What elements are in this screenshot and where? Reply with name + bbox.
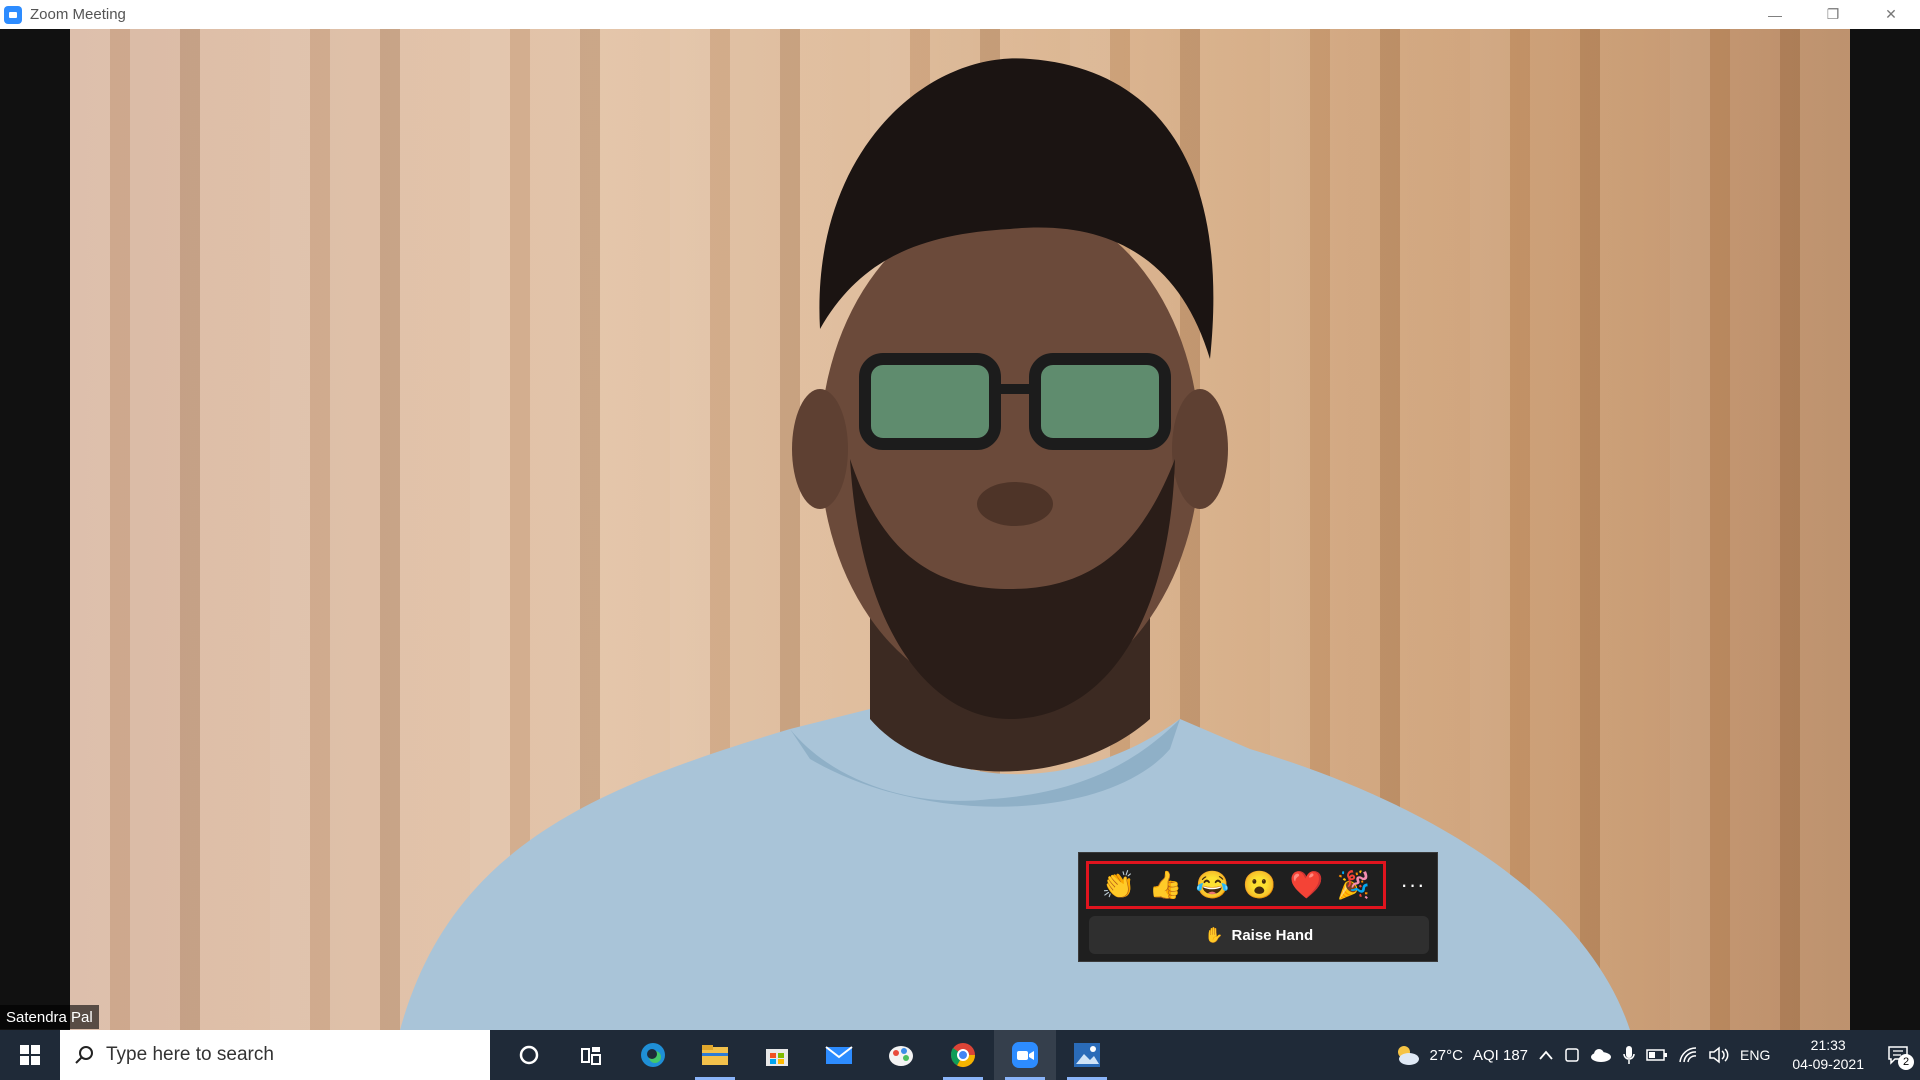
tears-of-joy-reaction-button[interactable]: 😂: [1193, 865, 1233, 905]
restore-button[interactable]: ❐: [1804, 0, 1862, 29]
mail-taskbar-button[interactable]: [808, 1030, 870, 1080]
tray-microphone-icon[interactable]: [1622, 1045, 1636, 1065]
taskbar-search-box[interactable]: Type here to search: [60, 1030, 490, 1080]
paint-taskbar-button[interactable]: [870, 1030, 932, 1080]
system-tray: 27°C AQI 187 ENG 21:33 04-09-2021 2: [1393, 1030, 1920, 1080]
cortana-button[interactable]: [498, 1030, 560, 1080]
tray-volume-icon[interactable]: [1708, 1046, 1730, 1064]
start-button[interactable]: [0, 1030, 60, 1080]
search-placeholder: Type here to search: [106, 1044, 274, 1065]
notification-count-badge: 2: [1898, 1054, 1914, 1070]
photos-taskbar-button[interactable]: [1056, 1030, 1118, 1080]
open-mouth-reaction-button[interactable]: 😮: [1240, 865, 1280, 905]
tray-battery-icon[interactable]: [1646, 1049, 1668, 1061]
wifi-icon: [1679, 1047, 1697, 1063]
cortana-icon: [519, 1045, 539, 1065]
raise-hand-label: Raise Hand: [1231, 926, 1314, 944]
reactions-popup: 👏 👍 😂 😮 ❤️ 🎉 ··· ✋ Raise Hand: [1078, 852, 1438, 962]
chrome-taskbar-button[interactable]: [932, 1030, 994, 1080]
raise-hand-icon: ✋: [1204, 927, 1224, 944]
tray-meeting-icon[interactable]: [1564, 1046, 1580, 1064]
window-title: Zoom Meeting: [30, 6, 126, 23]
tada-reaction-button[interactable]: 🎉: [1334, 865, 1374, 905]
paint-icon: [889, 1046, 913, 1066]
close-button[interactable]: ✕: [1862, 0, 1920, 29]
taskbar-apps: [498, 1030, 1118, 1080]
mail-icon: [825, 1046, 853, 1064]
cloud-icon: [1591, 1049, 1612, 1062]
search-icon: [75, 1046, 93, 1064]
windows-logo-icon: [20, 1045, 40, 1065]
weather-temperature: 27°C: [1429, 1046, 1463, 1064]
partly-cloudy-icon: [1398, 1046, 1420, 1065]
speaker-icon: [1709, 1046, 1729, 1064]
zoom-icon: [1012, 1042, 1038, 1068]
participant-name-label: Satendra Pal: [0, 1005, 99, 1029]
edge-icon: [641, 1043, 665, 1067]
file-explorer-taskbar-button[interactable]: [684, 1030, 746, 1080]
tray-onedrive-icon[interactable]: [1590, 1048, 1612, 1062]
task-view-button[interactable]: [560, 1030, 622, 1080]
thumbs-up-reaction-button[interactable]: 👍: [1146, 865, 1186, 905]
participant-video: [70, 29, 1850, 1030]
clap-reaction-button[interactable]: 👏: [1099, 865, 1139, 905]
meeting-stage: [0, 29, 1920, 1030]
action-center-button[interactable]: 2: [1876, 1030, 1920, 1080]
task-view-icon: [581, 1047, 601, 1065]
zoom-taskbar-button[interactable]: [994, 1030, 1056, 1080]
heart-reaction-button[interactable]: ❤️: [1287, 865, 1327, 905]
chrome-icon: [950, 1043, 975, 1068]
window-controls: — ❐ ✕: [1746, 0, 1920, 29]
emoji-reactions-row: 👏 👍 😂 😮 ❤️ 🎉: [1086, 861, 1386, 909]
chevron-up-icon: [1539, 1050, 1553, 1060]
clock-date: 04-09-2021: [1792, 1056, 1864, 1072]
battery-icon: [1646, 1049, 1668, 1061]
edge-taskbar-button[interactable]: [622, 1030, 684, 1080]
windows-taskbar: Type here to search 27°C AQI 187 ENG 21:…: [0, 1030, 1920, 1080]
show-hidden-icons-button[interactable]: [1538, 1049, 1554, 1061]
raise-hand-button[interactable]: ✋ Raise Hand: [1089, 916, 1429, 954]
weather-aqi: AQI 187: [1472, 1046, 1529, 1064]
folder-icon: [702, 1045, 728, 1065]
store-taskbar-button[interactable]: [746, 1030, 808, 1080]
microphone-icon: [1623, 1046, 1635, 1064]
title-bar: Zoom Meeting — ❐ ✕: [0, 0, 1920, 29]
more-reactions-button[interactable]: ···: [1395, 869, 1431, 901]
meet-now-icon: [1565, 1048, 1579, 1062]
weather-widget[interactable]: 27°C AQI 187: [1393, 1043, 1528, 1067]
participant-video-feed: [400, 58, 1630, 1030]
zoom-app-icon: [4, 5, 22, 24]
taskbar-clock[interactable]: 21:33 04-09-2021: [1792, 1036, 1864, 1074]
photos-icon: [1074, 1043, 1100, 1067]
input-language[interactable]: ENG: [1740, 1047, 1770, 1063]
store-icon: [766, 1049, 788, 1066]
minimize-button[interactable]: —: [1746, 0, 1804, 29]
tray-network-icon[interactable]: [1678, 1046, 1698, 1064]
clock-time: 21:33: [1810, 1037, 1846, 1053]
